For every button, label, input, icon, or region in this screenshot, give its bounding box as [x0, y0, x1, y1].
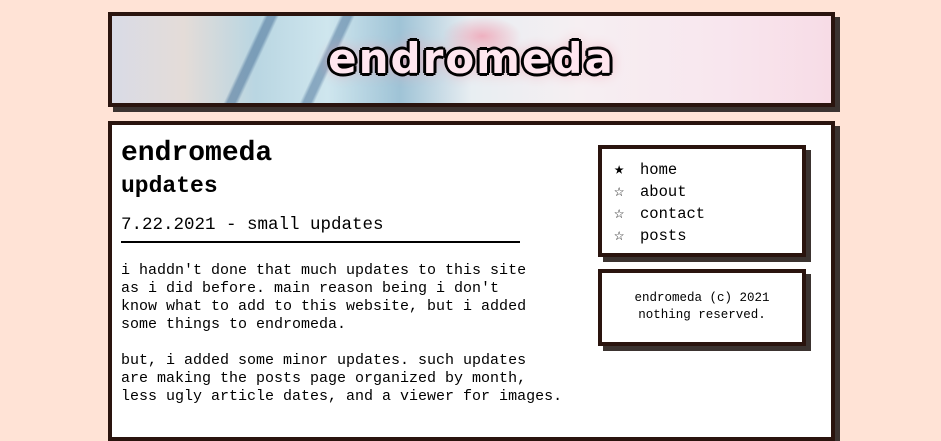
nav-item-label: home [640, 161, 678, 179]
nav-item-label: contact [640, 205, 706, 223]
post-paragraph: i haddn't done that much updates to this… [121, 262, 527, 333]
site-logo[interactable]: endromeda [112, 34, 831, 83]
nav-item-home[interactable]: ★ home [614, 159, 802, 181]
nav-item-contact[interactable]: ☆ contact [614, 203, 802, 225]
star-outline-icon: ☆ [614, 204, 625, 224]
post-paragraph: but, i added some minor updates. such up… [121, 352, 563, 405]
star-filled-icon: ★ [614, 160, 625, 180]
footer-note: nothing reserved. [638, 308, 766, 322]
post-heading: 7.22.2021 - small updates [121, 215, 384, 235]
nav-item-about[interactable]: ☆ about [614, 181, 802, 203]
nav-item-label: about [640, 183, 687, 201]
nav-item-posts[interactable]: ☆ posts [614, 225, 802, 247]
star-outline-icon: ☆ [614, 226, 625, 246]
page-subtitle: updates [121, 173, 218, 199]
header-banner: endromeda [108, 12, 835, 107]
page-title: endromeda [121, 138, 273, 169]
star-outline-icon: ☆ [614, 182, 625, 202]
post-divider [121, 241, 520, 243]
nav-item-label: posts [640, 227, 687, 245]
nav-menu: ★ home ☆ about ☆ contact ☆ posts [598, 145, 806, 257]
footer-copyright: endromeda (c) 2021 [634, 291, 770, 305]
footer-box: endromeda (c) 2021 nothing reserved. [598, 269, 806, 346]
